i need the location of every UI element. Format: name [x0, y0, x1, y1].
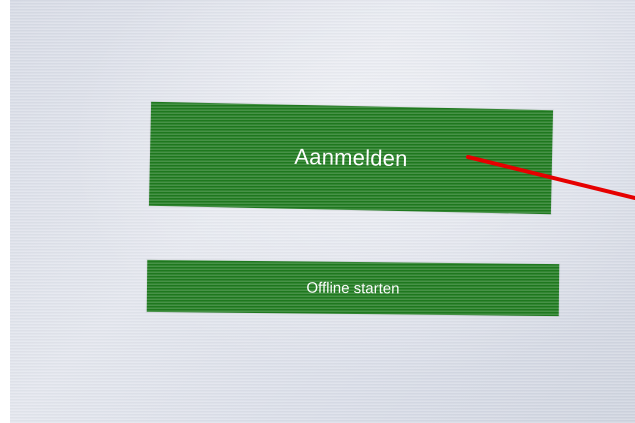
start-offline-button[interactable]: Offline starten [146, 259, 560, 317]
monitor-screen: Aanmelden Offline starten [10, 0, 635, 423]
sign-in-button-label: Aanmelden [294, 143, 408, 172]
sign-in-button[interactable]: Aanmelden [148, 101, 554, 215]
photo-frame: Aanmelden Offline starten [0, 0, 635, 423]
start-offline-button-label: Offline starten [306, 279, 400, 297]
